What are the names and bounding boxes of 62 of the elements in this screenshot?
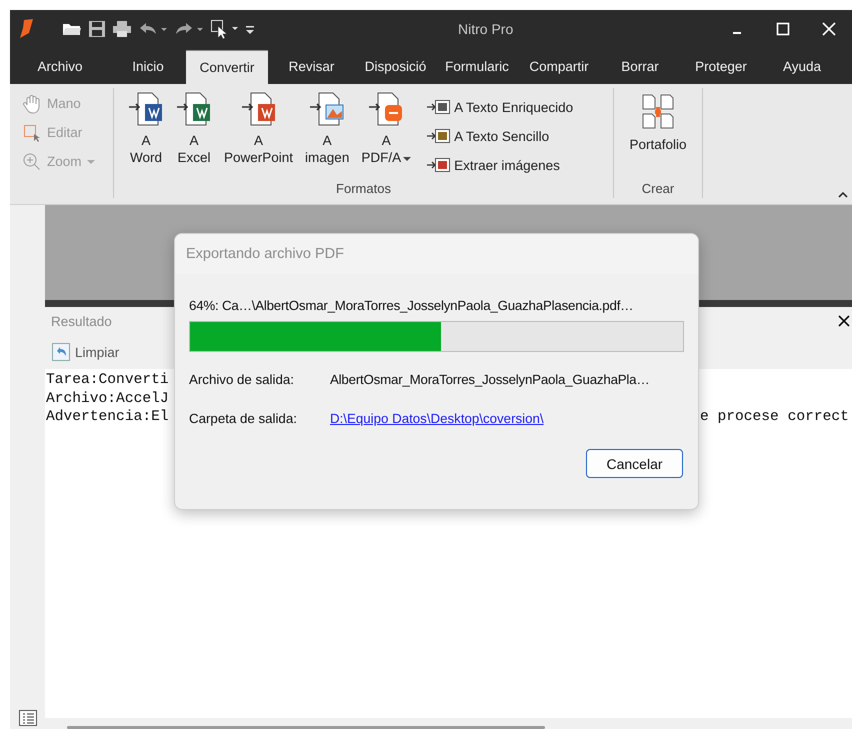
- document-export-icon: [240, 92, 277, 126]
- convert-button[interactable]: A imagen: [303, 92, 352, 166]
- caret-icon: [86, 158, 95, 164]
- group-label: Crear: [642, 181, 674, 198]
- convert-button[interactable]: A PDF/A: [359, 92, 414, 166]
- maximize-icon[interactable]: [776, 22, 790, 36]
- redo-icon[interactable]: [174, 21, 204, 37]
- cancel-button[interactable]: Cancelar: [586, 449, 683, 478]
- document-export-icon: [427, 99, 452, 115]
- ribbon-tab[interactable]: Compartir: [518, 48, 600, 84]
- field-label: Carpeta de salida:: [189, 411, 298, 426]
- progress-text: 64%: Ca…\AlbertOsmar_MoraTorres_JosselynPaola_GuazhaPlasencia.pdf…: [189, 298, 634, 313]
- dialog-title: Exportando archivo PDF: [186, 246, 344, 262]
- log-line: Archivo:AccelJ: [45, 390, 169, 408]
- close-icon[interactable]: [822, 22, 836, 36]
- print-icon[interactable]: [112, 20, 132, 38]
- window-title: Nitro Pro: [458, 21, 514, 37]
- folder-icon[interactable]: [62, 21, 82, 37]
- save-icon[interactable]: [88, 20, 106, 38]
- ribbon-tab[interactable]: Disposició: [355, 48, 436, 84]
- ribbon-tab[interactable]: Formularic: [436, 48, 518, 84]
- ribbon-tab[interactable]: Proteger: [680, 48, 762, 84]
- ribbon-tab[interactable]: Revisar: [268, 48, 355, 84]
- undo-icon: [51, 342, 71, 362]
- customize-icon[interactable]: [246, 23, 254, 35]
- ribbon-tab[interactable]: Archivo: [10, 48, 110, 84]
- close-button[interactable]: [836, 315, 852, 327]
- convert-button[interactable]: A Word: [126, 92, 166, 166]
- ribbon-tab[interactable]: Inicio: [110, 48, 186, 84]
- document-export-icon: [176, 92, 212, 126]
- selection-icon: [22, 122, 42, 142]
- portfolio-button[interactable]: Portafolio: [627, 94, 689, 153]
- undo-icon[interactable]: [138, 21, 168, 37]
- folder-link[interactable]: D:\Equipo Datos\Desktop\coversion\: [330, 411, 684, 426]
- log-line: Tarea:Converti: [45, 372, 169, 390]
- collapse-icon[interactable]: [838, 190, 848, 198]
- hand-icon: [22, 94, 42, 114]
- ribbon-tab[interactable]: Ayuda: [762, 48, 842, 84]
- zoom-icon: [22, 152, 42, 172]
- portfolio-icon: [640, 94, 676, 130]
- ribbon-tab[interactable]: Borrar: [600, 48, 680, 84]
- clear-button[interactable]: Limpiar: [51, 342, 120, 362]
- convert-button[interactable]: Extraer imágenes: [427, 154, 574, 176]
- log-line: Advertencia:El: [45, 409, 169, 427]
- convert-button[interactable]: A Texto Sencillo: [427, 125, 574, 147]
- field-value: AlbertOsmar_MoraTorres_JosselynPaola_GuazhaPla…: [330, 372, 650, 387]
- document-export-icon: [128, 92, 164, 126]
- log-line: e procese correct: [699, 409, 849, 427]
- ribbon-tab[interactable]: Convertir: [186, 50, 268, 84]
- document-export-icon: [427, 128, 452, 144]
- panel-title: Resultado: [51, 314, 112, 328]
- document-export-icon: [427, 157, 452, 173]
- convert-button[interactable]: A PowerPoint: [222, 92, 296, 166]
- document-export-icon: [368, 92, 404, 126]
- app-logo: [18, 18, 36, 40]
- group-label: Formatos: [336, 181, 391, 198]
- list-icon[interactable]: [18, 709, 38, 727]
- document-export-icon: [309, 92, 346, 126]
- field-label: Archivo de salida:: [189, 372, 295, 387]
- convert-button[interactable]: A Excel: [174, 92, 214, 166]
- select-tool-icon[interactable]: [210, 19, 240, 39]
- convert-button[interactable]: A Texto Enriquecido: [427, 96, 574, 118]
